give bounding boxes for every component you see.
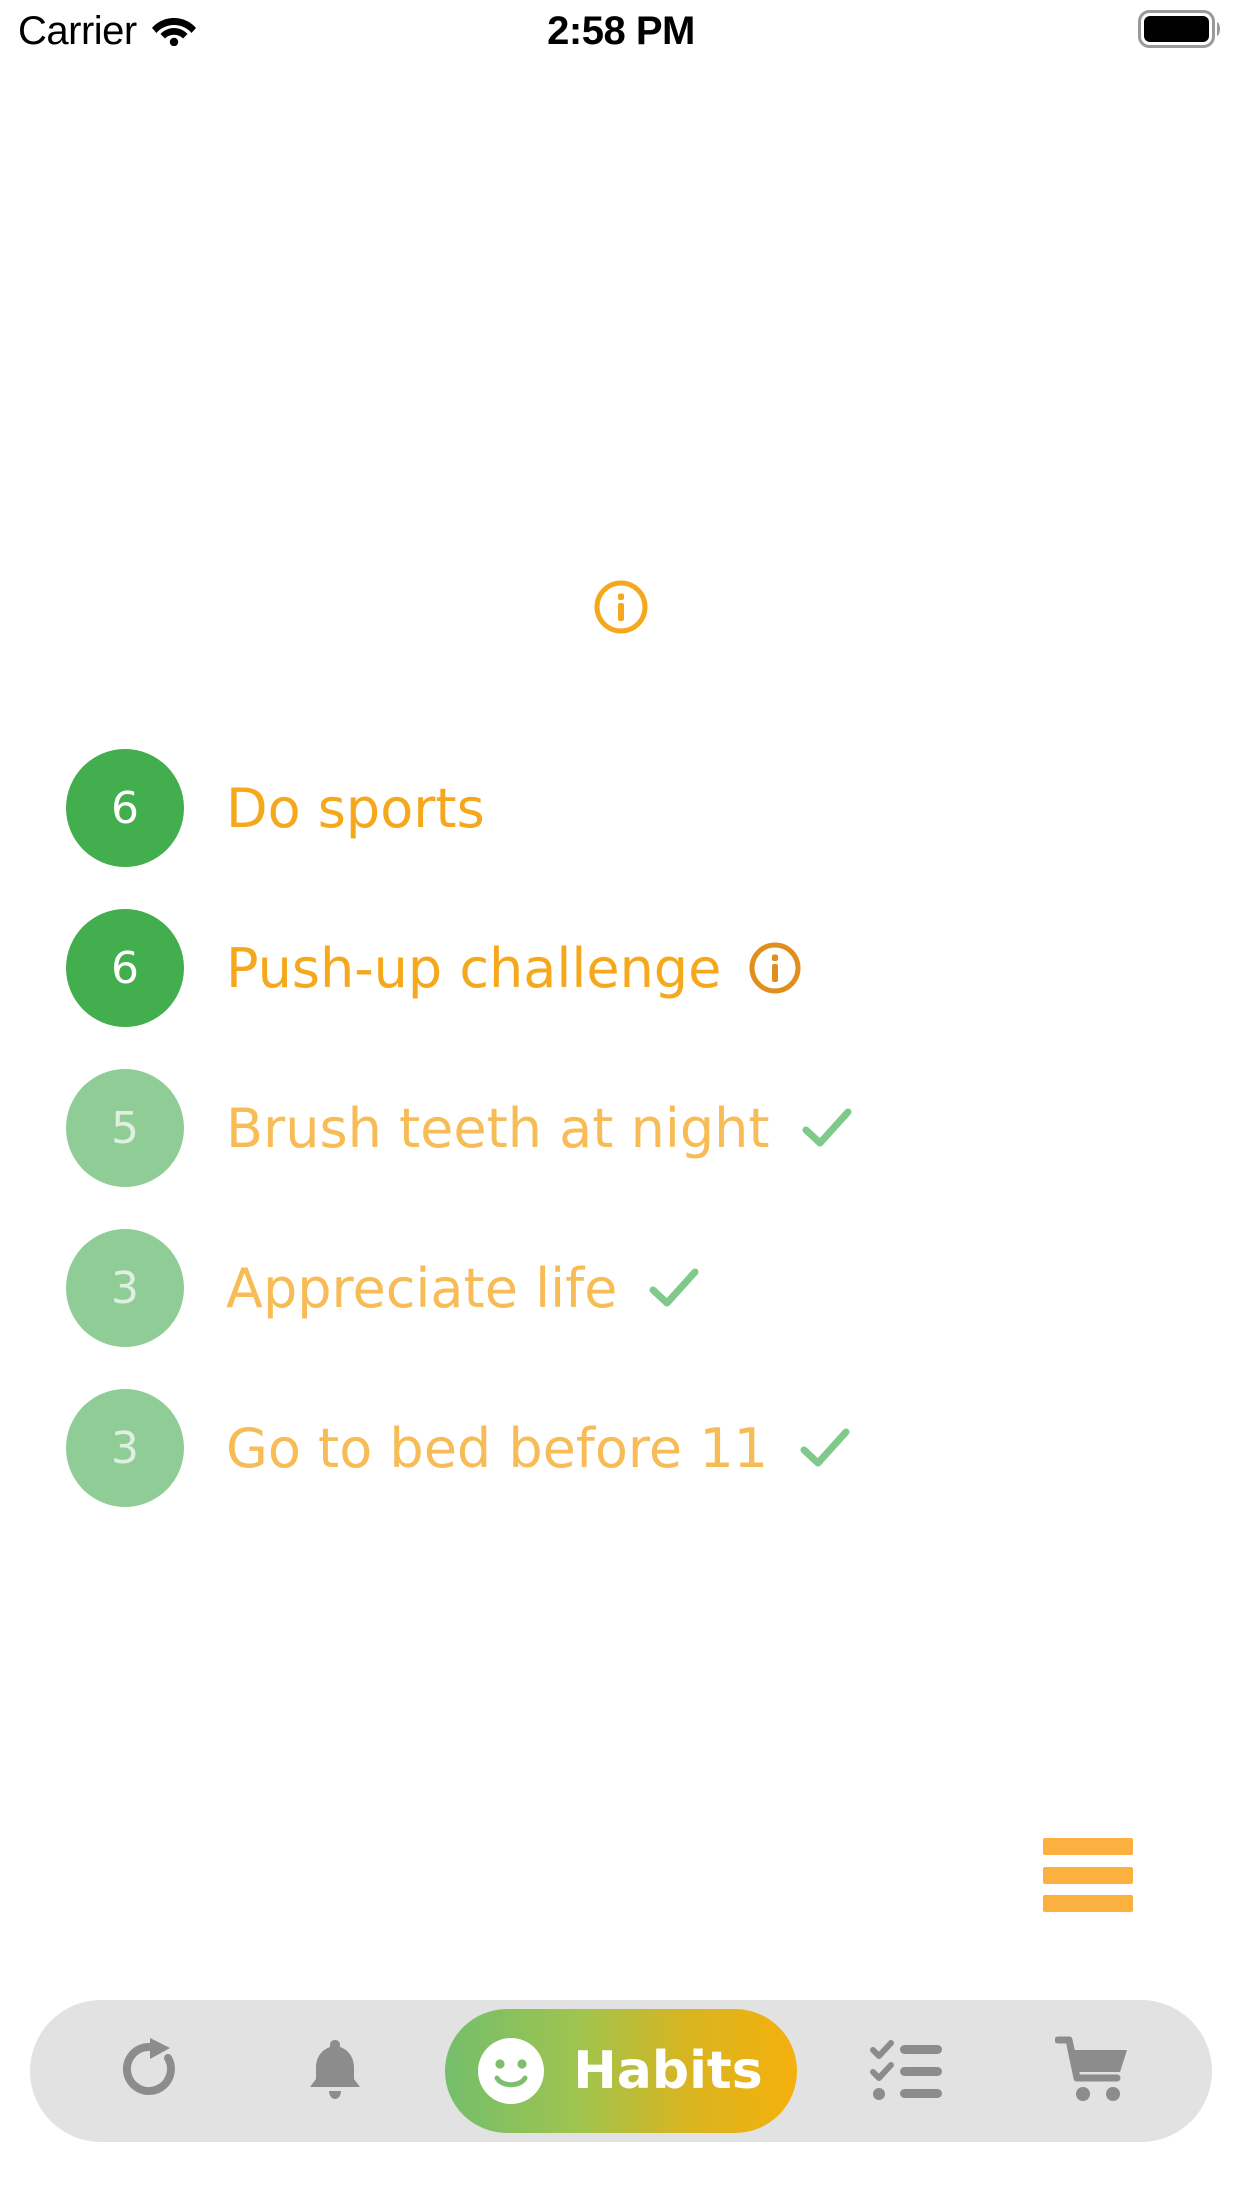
bell-icon [304, 2034, 366, 2108]
streak-badge[interactable]: 3 [66, 1389, 184, 1507]
tab-refresh[interactable] [74, 2000, 224, 2142]
refresh-icon [114, 2034, 184, 2108]
app-screen: Carrier 2:58 PM 6 Do sports 6 Push-up ch… [0, 0, 1242, 2208]
status-bar: Carrier 2:58 PM [0, 0, 1242, 62]
habit-label: Go to bed before 11 [226, 1416, 769, 1480]
check-icon [643, 1257, 705, 1319]
hamburger-menu-icon[interactable] [1043, 1838, 1133, 1912]
tab-habits-label: Habits [573, 2041, 763, 2101]
habit-row[interactable]: 3 Appreciate life [0, 1208, 1242, 1368]
bottom-tab-bar: Habits [30, 2000, 1212, 2142]
habit-row[interactable]: 5 Brush teeth at night [0, 1048, 1242, 1208]
habit-completed-indicator [794, 1417, 856, 1479]
status-bar-time: 2:58 PM [547, 8, 695, 53]
checklist-icon [870, 2036, 944, 2106]
info-circle-icon [592, 578, 650, 636]
streak-badge[interactable]: 5 [66, 1069, 184, 1187]
check-icon [796, 1097, 858, 1159]
habit-completed-indicator [643, 1257, 705, 1319]
smiley-icon [475, 2035, 547, 2107]
header-info-button[interactable] [0, 578, 1242, 636]
tab-habits[interactable]: Habits [445, 2009, 797, 2133]
battery-full-icon [1138, 10, 1222, 52]
habit-label: Do sports [226, 776, 485, 840]
hamburger-line [1043, 1895, 1133, 1912]
habit-row[interactable]: 6 Do sports [0, 728, 1242, 888]
habit-label: Push-up challenge [226, 936, 722, 1000]
habit-list: 6 Do sports 6 Push-up challenge 5 Brush … [0, 728, 1242, 1528]
shopping-cart-icon [1054, 2034, 1131, 2108]
streak-badge[interactable]: 6 [66, 909, 184, 1027]
tab-shop[interactable] [1018, 2000, 1168, 2142]
tab-checklist[interactable] [832, 2000, 982, 2142]
tab-reminders[interactable] [260, 2000, 410, 2142]
streak-badge[interactable]: 6 [66, 749, 184, 867]
habit-row[interactable]: 6 Push-up challenge [0, 888, 1242, 1048]
streak-badge[interactable]: 3 [66, 1229, 184, 1347]
habit-label: Brush teeth at night [226, 1096, 770, 1160]
habit-info-button[interactable] [747, 940, 803, 996]
info-circle-icon [747, 940, 803, 996]
hamburger-line [1043, 1866, 1133, 1884]
habit-label: Appreciate life [226, 1256, 618, 1320]
habit-row[interactable]: 3 Go to bed before 11 [0, 1368, 1242, 1528]
hamburger-line [1043, 1838, 1133, 1855]
status-bar-right [1138, 10, 1222, 52]
habit-completed-indicator [796, 1097, 858, 1159]
check-icon [794, 1417, 856, 1479]
